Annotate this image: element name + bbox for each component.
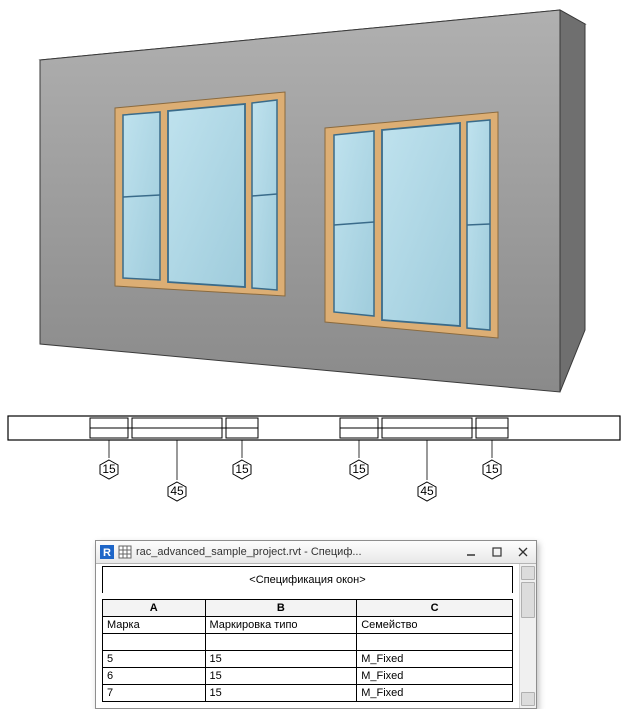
cell-family[interactable]: M_Fixed bbox=[357, 685, 513, 702]
revit-app-icon: R bbox=[100, 545, 114, 559]
model-3d-view bbox=[0, 0, 628, 410]
cell-type[interactable]: 15 bbox=[205, 668, 357, 685]
schedule-doc-icon bbox=[118, 545, 132, 559]
svg-text:R: R bbox=[103, 547, 111, 559]
schedule-title: <Спецификация окон> bbox=[103, 567, 513, 594]
schedule-table[interactable]: <Спецификация окон> A B C Марка Маркиров… bbox=[102, 566, 513, 702]
cell-mark[interactable]: 7 bbox=[103, 685, 206, 702]
titlebar[interactable]: R rac_advanced_sample_project.rvt - Спец… bbox=[96, 541, 536, 564]
col-letter-c[interactable]: C bbox=[357, 600, 513, 617]
dim-side-2: 15 bbox=[235, 462, 249, 476]
scrollbar-vertical[interactable] bbox=[519, 564, 536, 708]
dim-mid-1: 45 bbox=[170, 484, 184, 498]
cell-mark[interactable]: 5 bbox=[103, 651, 206, 668]
window-left-group bbox=[115, 92, 285, 296]
col-letter-b[interactable]: B bbox=[205, 600, 357, 617]
cell-mark[interactable]: 6 bbox=[103, 668, 206, 685]
table-row[interactable]: 5 15 M_Fixed bbox=[103, 651, 513, 668]
schedule-content[interactable]: <Спецификация окон> A B C Марка Маркиров… bbox=[96, 564, 519, 708]
scroll-thumb[interactable] bbox=[521, 582, 535, 618]
cell-family[interactable]: M_Fixed bbox=[357, 668, 513, 685]
window-right-group bbox=[325, 112, 498, 338]
cell-type[interactable]: 15 bbox=[205, 651, 357, 668]
plan-view: 15 15 15 15 45 45 bbox=[0, 410, 628, 530]
col-header-mark[interactable]: Марка bbox=[103, 617, 206, 634]
col-header-type[interactable]: Маркировка типо bbox=[205, 617, 357, 634]
table-row[interactable]: 7 15 M_Fixed bbox=[103, 685, 513, 702]
close-button[interactable] bbox=[512, 543, 534, 561]
dim-side-1: 15 bbox=[102, 462, 116, 476]
table-row[interactable]: 6 15 M_Fixed bbox=[103, 668, 513, 685]
col-header-family[interactable]: Семейство bbox=[357, 617, 513, 634]
dim-mid-2: 45 bbox=[420, 484, 434, 498]
cell-type[interactable]: 15 bbox=[205, 685, 357, 702]
cell-family[interactable]: M_Fixed bbox=[357, 651, 513, 668]
maximize-button[interactable] bbox=[486, 543, 508, 561]
scroll-up-icon[interactable] bbox=[521, 566, 535, 580]
window-title-text: rac_advanced_sample_project.rvt - Специф… bbox=[136, 546, 456, 558]
dim-side-3: 15 bbox=[352, 462, 366, 476]
dim-side-4: 15 bbox=[485, 462, 499, 476]
scroll-down-icon[interactable] bbox=[521, 692, 535, 706]
schedule-window[interactable]: R rac_advanced_sample_project.rvt - Спец… bbox=[95, 540, 537, 709]
minimize-button[interactable] bbox=[460, 543, 482, 561]
col-letter-a[interactable]: A bbox=[103, 600, 206, 617]
